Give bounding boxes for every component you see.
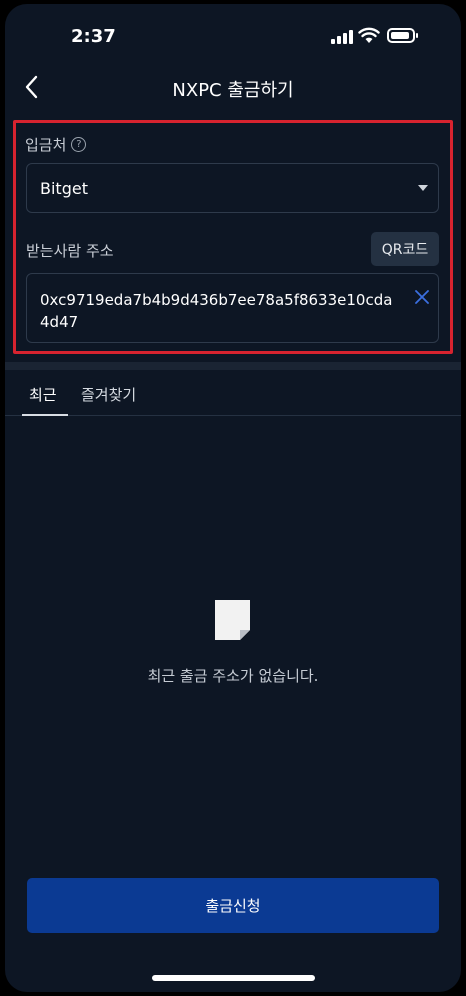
tab-favorites[interactable]: 즐겨찾기 [81,384,136,405]
active-tab-indicator [22,414,68,416]
page-title: NXPC 출금하기 [172,80,294,101]
help-icon[interactable]: ? [71,137,87,152]
wifi-icon [358,27,380,43]
empty-document-icon [215,600,250,640]
caret-down-icon [418,185,428,191]
tab-recent[interactable]: 최근 [29,384,57,405]
destination-label: 입금처 ? [25,134,87,155]
destination-label-text: 입금처 [25,136,67,154]
qr-code-button[interactable]: QR코드 [371,232,439,266]
address-input[interactable]: 0xc9719eda7b4b9d436b7ee78a5f8633e10cda4d… [26,273,439,343]
empty-state-message: 최근 출금 주소가 없습니다. [147,667,319,685]
destination-value: Bitget [40,179,88,198]
status-time: 2:37 [71,26,116,47]
header: NXPC 출금하기 [5,62,461,112]
section-divider [5,362,461,370]
status-bar: 2:37 [5,4,461,68]
address-tabs: 최근 즐겨찾기 [5,372,461,416]
signal-icon [331,30,353,44]
address-label: 받는사람 주소 [26,242,114,260]
submit-withdrawal-button[interactable]: 출금신청 [27,878,439,933]
destination-select[interactable]: Bitget [26,163,439,213]
address-value: 0xc9719eda7b4b9d436b7ee78a5f8633e10cda4d… [40,291,393,331]
clear-icon[interactable] [415,290,429,304]
phone-screen: 2:37 NXPC 출금하기 입금처 ? Bitget 받는사람 주소 QR코드… [5,4,461,992]
home-indicator [152,975,315,981]
battery-icon [387,28,418,43]
